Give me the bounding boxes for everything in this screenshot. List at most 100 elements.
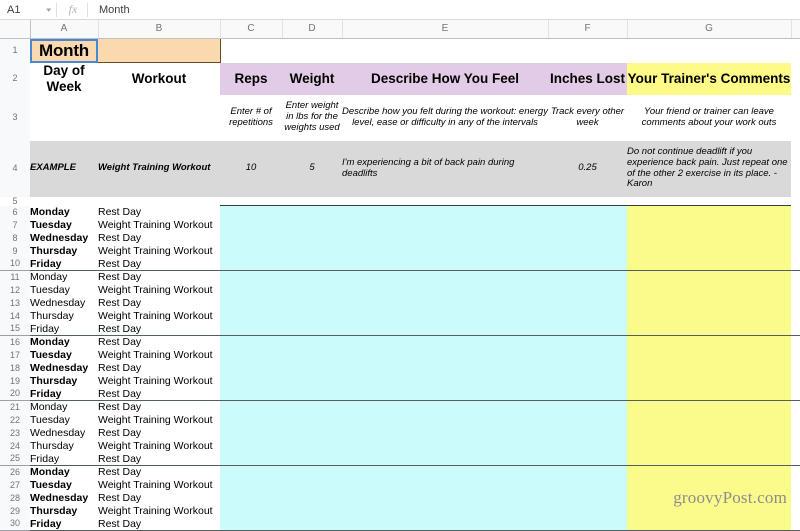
cell-entry-describe[interactable] xyxy=(342,452,548,466)
cell-entry-describe[interactable] xyxy=(342,244,548,258)
cell-entry-weight[interactable] xyxy=(282,413,342,427)
cell-entry-trainer-comments[interactable] xyxy=(627,439,791,453)
cell-entry-trainer-comments[interactable] xyxy=(627,478,791,492)
cell-day-of-week[interactable]: Friday xyxy=(30,517,98,531)
cell-a5[interactable] xyxy=(30,196,98,206)
cell-entry-inches[interactable] xyxy=(548,400,627,414)
cell-entry-trainer-comments[interactable] xyxy=(627,348,791,362)
cell-workout[interactable]: Weight Training Workout xyxy=(98,375,220,388)
cell-h19[interactable] xyxy=(791,375,800,388)
cell-entry-weight[interactable] xyxy=(282,231,342,245)
cell-entry-reps[interactable] xyxy=(220,335,282,349)
cell-day-of-week[interactable]: Tuesday xyxy=(30,284,98,297)
cell-h20[interactable] xyxy=(791,387,800,401)
example-describe[interactable]: I'm experiencing a bit of back pain duri… xyxy=(342,140,548,197)
cell-entry-weight[interactable] xyxy=(282,439,342,453)
cell-f5[interactable] xyxy=(548,196,627,206)
row-header-9[interactable]: 9 xyxy=(0,244,30,258)
row-header-29[interactable]: 29 xyxy=(0,504,30,518)
cell-entry-trainer-comments[interactable] xyxy=(627,361,791,375)
cell-entry-reps[interactable] xyxy=(220,218,282,232)
example-reps[interactable]: 10 xyxy=(220,140,282,197)
cell-entry-inches[interactable] xyxy=(548,517,627,531)
cell-entry-trainer-comments[interactable] xyxy=(627,257,791,271)
cell-entry-reps[interactable] xyxy=(220,270,282,284)
cell-day-of-week[interactable]: Monday xyxy=(30,206,98,219)
cell-a1-month-title[interactable]: Month xyxy=(30,38,98,63)
cell-workout[interactable]: Weight Training Workout xyxy=(98,219,220,232)
row-header-3[interactable]: 3 xyxy=(0,94,30,141)
subheader-reps[interactable]: Enter # of repetitions xyxy=(220,94,282,141)
cell-entry-reps[interactable] xyxy=(220,426,282,440)
cell-h4[interactable] xyxy=(791,141,800,197)
cell-entry-describe[interactable] xyxy=(342,309,548,323)
column-header-b[interactable]: B xyxy=(98,20,221,39)
cell-h28[interactable] xyxy=(791,492,800,505)
cell-workout[interactable]: Rest Day xyxy=(98,427,220,440)
cell-entry-describe[interactable] xyxy=(342,400,548,414)
cell-entry-trainer-comments[interactable] xyxy=(627,374,791,388)
row-header-5[interactable]: 5 xyxy=(0,196,30,206)
cell-h26[interactable] xyxy=(791,466,800,479)
cell-entry-weight[interactable] xyxy=(282,205,342,219)
cell-day-of-week[interactable]: Friday xyxy=(30,452,98,466)
cell-entry-weight[interactable] xyxy=(282,335,342,349)
subheader-workout[interactable] xyxy=(98,94,220,141)
cell-entry-inches[interactable] xyxy=(548,244,627,258)
header-weight[interactable]: Weight xyxy=(282,62,342,95)
cell-entry-inches[interactable] xyxy=(548,283,627,297)
column-header-a[interactable]: A xyxy=(30,20,99,39)
cell-workout[interactable]: Rest Day xyxy=(98,517,220,531)
cell-entry-weight[interactable] xyxy=(282,218,342,232)
row-header-24[interactable]: 24 xyxy=(0,439,30,453)
cell-entry-weight[interactable] xyxy=(282,322,342,336)
cell-day-of-week[interactable]: Thursday xyxy=(30,310,98,323)
cell-workout[interactable]: Rest Day xyxy=(98,206,220,219)
cell-entry-describe[interactable] xyxy=(342,478,548,492)
cell-h6[interactable] xyxy=(791,206,800,219)
cell-workout[interactable]: Rest Day xyxy=(98,466,220,479)
example-label[interactable]: EXAMPLE xyxy=(30,140,98,197)
cell-entry-weight[interactable] xyxy=(282,452,342,466)
cell-entry-trainer-comments[interactable] xyxy=(627,218,791,232)
cell-entry-trainer-comments[interactable] xyxy=(627,244,791,258)
cell-workout[interactable]: Rest Day xyxy=(98,257,220,271)
row-header-21[interactable]: 21 xyxy=(0,400,30,414)
cell-entry-weight[interactable] xyxy=(282,296,342,310)
row-header-11[interactable]: 11 xyxy=(0,270,30,284)
cell-entry-inches[interactable] xyxy=(548,322,627,336)
cell-h13[interactable] xyxy=(791,297,800,310)
cell-g1[interactable] xyxy=(627,39,791,63)
cell-workout[interactable]: Rest Day xyxy=(98,387,220,401)
cell-d1[interactable] xyxy=(282,39,342,63)
cell-workout[interactable]: Rest Day xyxy=(98,362,220,375)
cell-entry-describe[interactable] xyxy=(342,231,548,245)
cell-entry-inches[interactable] xyxy=(548,426,627,440)
cell-entry-trainer-comments[interactable] xyxy=(627,205,791,219)
cell-workout[interactable]: Rest Day xyxy=(98,336,220,349)
cell-entry-trainer-comments[interactable] xyxy=(627,491,791,505)
header-trainer-comments[interactable]: Your Trainer's Comments xyxy=(627,62,791,95)
cell-entry-inches[interactable] xyxy=(548,218,627,232)
cell-entry-reps[interactable] xyxy=(220,504,282,518)
cell-entry-trainer-comments[interactable] xyxy=(627,231,791,245)
cell-workout[interactable]: Weight Training Workout xyxy=(98,245,220,258)
cell-entry-reps[interactable] xyxy=(220,413,282,427)
cell-h25[interactable] xyxy=(791,452,800,466)
column-header-h[interactable] xyxy=(791,20,800,39)
cell-b1-month-value[interactable] xyxy=(98,38,221,63)
cell-h14[interactable] xyxy=(791,310,800,323)
cell-entry-weight[interactable] xyxy=(282,478,342,492)
select-all-corner[interactable] xyxy=(0,20,31,39)
cell-day-of-week[interactable]: Tuesday xyxy=(30,479,98,492)
row-header-4[interactable]: 4 xyxy=(0,140,30,197)
cell-entry-describe[interactable] xyxy=(342,426,548,440)
example-inches-lost[interactable]: 0.25 xyxy=(548,140,627,197)
cell-c5[interactable] xyxy=(220,196,282,206)
cell-entry-describe[interactable] xyxy=(342,218,548,232)
row-header-2[interactable]: 2 xyxy=(0,62,30,95)
cell-entry-trainer-comments[interactable] xyxy=(627,504,791,518)
cell-entry-weight[interactable] xyxy=(282,400,342,414)
header-inches-lost[interactable]: Inches Lost xyxy=(548,62,627,95)
header-describe-how-you-feel[interactable]: Describe How You Feel xyxy=(342,62,548,95)
